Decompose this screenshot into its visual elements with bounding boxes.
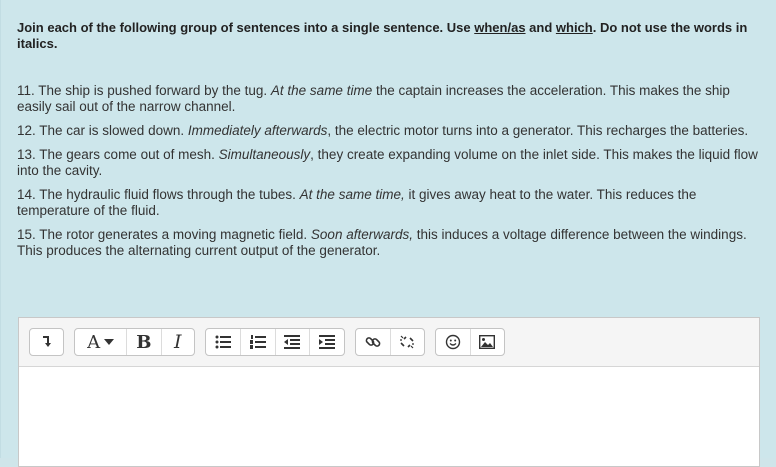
- font-style-dropdown[interactable]: A: [75, 329, 126, 355]
- answer-text-area[interactable]: [19, 367, 759, 466]
- question-italic: At the same time,: [299, 187, 405, 202]
- question-text: 12. The car is slowed down.: [17, 123, 188, 138]
- keyword-when-as: when/as: [474, 20, 526, 35]
- question-italic: Soon afterwards,: [310, 227, 413, 242]
- caret-down-icon: [104, 339, 115, 345]
- toolbar-group-insert: [435, 328, 505, 356]
- italic-label: I: [174, 331, 182, 353]
- unlink-icon: [400, 335, 415, 349]
- instructions-text: Join each of the following group of sent…: [17, 20, 475, 35]
- question-14: 14. The hydraulic fluid flows through th…: [17, 187, 762, 219]
- question-text: 13. The gears come out of mesh.: [17, 147, 219, 162]
- link-icon: [365, 337, 381, 347]
- question-text: 14. The hydraulic fluid flows through th…: [17, 187, 300, 202]
- toolbar-group-toggle: [29, 328, 64, 356]
- arrow-down-bar-icon: [42, 336, 51, 347]
- image-icon: [479, 335, 496, 349]
- bold-label: B: [136, 331, 152, 353]
- font-style-label: A: [87, 331, 101, 353]
- question-panel: Join each of the following group of sent…: [0, 0, 776, 467]
- numbered-list-icon: [249, 335, 266, 349]
- toolbar-group-links: [355, 328, 425, 356]
- insert-link-button[interactable]: [356, 329, 390, 355]
- question-text: 11. The ship is pushed forward by the tu…: [17, 83, 271, 98]
- toolbar-group-format: A B I: [74, 328, 195, 356]
- question-15: 15. The rotor generates a moving magneti…: [17, 227, 762, 259]
- italic-button[interactable]: I: [160, 329, 194, 355]
- keyword-which: which: [555, 20, 593, 35]
- question-11: 11. The ship is pushed forward by the tu…: [17, 83, 762, 115]
- outdent-button[interactable]: [274, 329, 310, 355]
- answer-editor: A B I: [18, 317, 760, 467]
- question-italic: At the same time: [270, 83, 373, 98]
- question-text: , the electric motor turns into a genera…: [327, 123, 749, 138]
- insert-image-button[interactable]: [469, 329, 505, 355]
- indent-icon: [319, 335, 336, 349]
- question-13: 13. The gears come out of mesh. Simultan…: [17, 147, 762, 179]
- question-12: 12. The car is slowed down. Immediately …: [17, 123, 762, 139]
- toolbar-group-lists: [205, 328, 345, 356]
- ordered-list-button[interactable]: [239, 329, 275, 355]
- editor-toolbar: A B I: [19, 318, 759, 367]
- toolbar-toggle-button[interactable]: [30, 329, 63, 355]
- indent-button[interactable]: [309, 329, 344, 355]
- emoticon-button[interactable]: [436, 329, 470, 355]
- question-italic: Immediately afterwards: [187, 123, 328, 138]
- bold-button[interactable]: B: [126, 329, 160, 355]
- question-list: 11. The ship is pushed forward by the tu…: [17, 83, 762, 267]
- question-italic: Simultaneously: [218, 147, 311, 162]
- unlink-button[interactable]: [389, 329, 425, 355]
- instructions: Join each of the following group of sent…: [17, 20, 757, 52]
- bullet-list-icon: [215, 335, 231, 349]
- unordered-list-button[interactable]: [206, 329, 240, 355]
- instructions-text: and: [525, 20, 556, 35]
- outdent-icon: [284, 335, 301, 349]
- question-text: 15. The rotor generates a moving magneti…: [17, 227, 311, 242]
- smiley-icon: [445, 334, 460, 350]
